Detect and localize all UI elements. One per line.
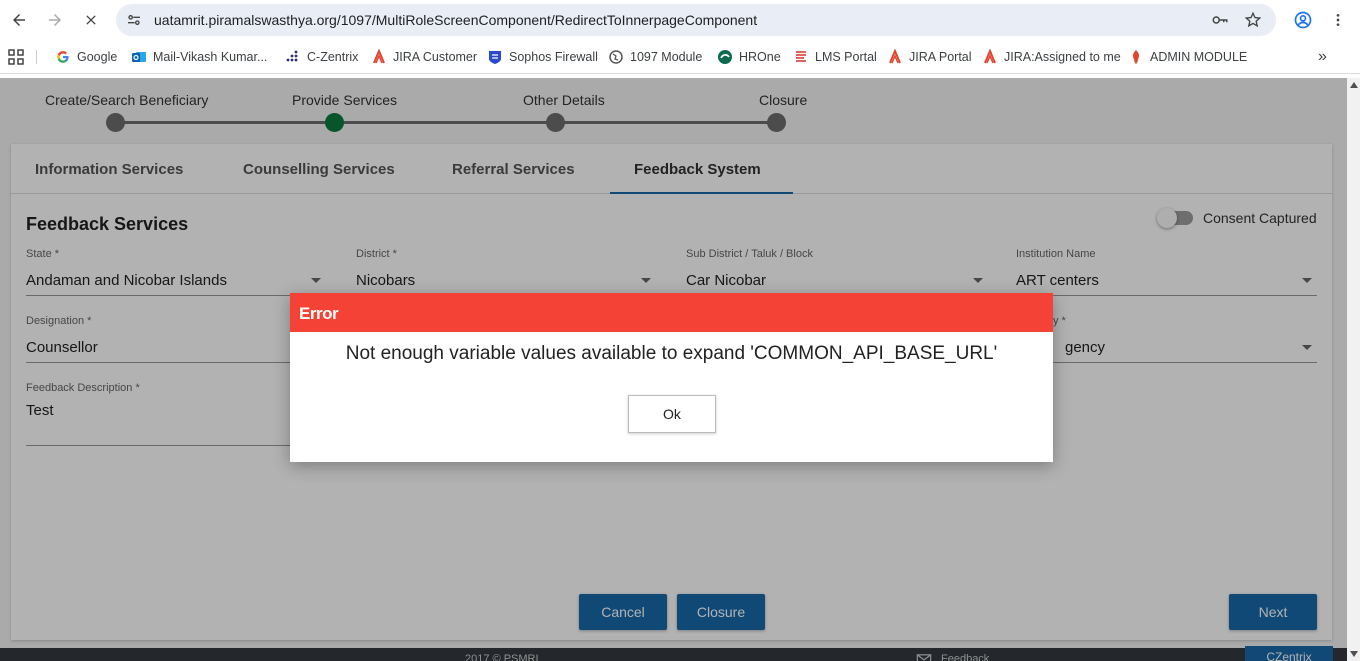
menu-kebab-icon[interactable] bbox=[1326, 8, 1350, 32]
site-settings-icon[interactable] bbox=[124, 10, 144, 30]
sophos-icon bbox=[487, 49, 503, 65]
profile-icon[interactable] bbox=[1291, 8, 1315, 32]
browser-toolbar: uatamrit.piramalswasthya.org/1097/MultiR… bbox=[0, 0, 1360, 40]
dialog-message: Not enough variable values available to … bbox=[345, 343, 998, 364]
bookmark-divider bbox=[36, 50, 37, 64]
address-bar[interactable]: uatamrit.piramalswasthya.org/1097/MultiR… bbox=[116, 4, 1276, 36]
scroll-down-icon[interactable] bbox=[1350, 651, 1358, 657]
lms-icon bbox=[793, 49, 809, 65]
arrow-right-icon bbox=[49, 14, 61, 26]
google-icon bbox=[55, 49, 71, 65]
close-icon bbox=[86, 15, 96, 25]
admin-icon bbox=[1128, 49, 1144, 65]
bookmark-hrone[interactable]: HROne bbox=[717, 48, 781, 66]
globe-icon bbox=[608, 49, 624, 65]
dialog-header: Error bbox=[290, 293, 1053, 332]
star-icon[interactable] bbox=[1243, 10, 1263, 30]
bookmark-lms[interactable]: LMS Portal bbox=[793, 48, 877, 66]
stop-loading-button[interactable] bbox=[79, 8, 103, 32]
czentrix-icon bbox=[285, 49, 301, 65]
arrow-left-icon bbox=[13, 14, 25, 26]
bookmark-jira-assigned[interactable]: JIRA:Assigned to me bbox=[982, 48, 1121, 66]
bookmark-jira-portal[interactable]: JIRA Portal bbox=[887, 48, 972, 66]
bookmarks-bar: Google Mail-Vikash Kumar... C-Zentrix JI… bbox=[0, 40, 1360, 74]
more-bookmarks-button[interactable]: » bbox=[1318, 48, 1327, 66]
outlook-icon bbox=[131, 49, 147, 65]
back-button[interactable] bbox=[7, 8, 31, 32]
error-dialog: Error Not enough variable values availab… bbox=[290, 293, 1053, 462]
url-text[interactable]: uatamrit.piramalswasthya.org/1097/MultiR… bbox=[154, 12, 757, 28]
bookmark-mail[interactable]: Mail-Vikash Kumar... bbox=[131, 48, 267, 66]
forward-button[interactable] bbox=[43, 8, 67, 32]
jira-icon bbox=[371, 49, 387, 65]
bookmark-1097-module[interactable]: 1097 Module bbox=[608, 48, 702, 66]
hrone-icon bbox=[717, 49, 733, 65]
bookmark-czentrix[interactable]: C-Zentrix bbox=[285, 48, 358, 66]
apps-grid-button[interactable] bbox=[8, 48, 24, 66]
bookmark-sophos[interactable]: Sophos Firewall bbox=[487, 48, 598, 66]
ok-button[interactable]: Ok bbox=[628, 395, 716, 433]
bookmark-admin-module[interactable]: ADMIN MODULE bbox=[1128, 48, 1247, 66]
bookmark-google[interactable]: Google bbox=[55, 48, 117, 66]
key-icon[interactable] bbox=[1210, 10, 1230, 30]
jira-icon bbox=[982, 49, 998, 65]
scroll-up-icon[interactable] bbox=[1350, 82, 1358, 88]
dialog-title: Error bbox=[299, 304, 339, 323]
page-scrollbar[interactable] bbox=[1347, 78, 1360, 661]
bookmark-jira-customer[interactable]: JIRA Customer bbox=[371, 48, 477, 66]
apps-grid-icon bbox=[8, 49, 24, 65]
jira-icon bbox=[887, 49, 903, 65]
